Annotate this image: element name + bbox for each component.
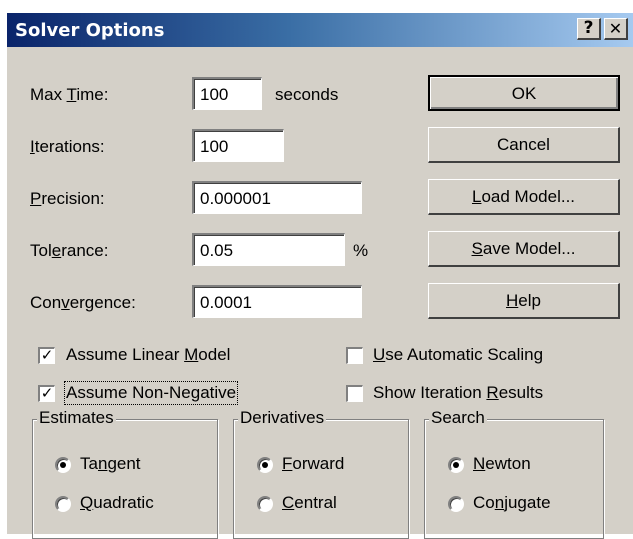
load-model-button[interactable]: Load Model... [428,179,620,215]
save-model-button[interactable]: Save Model... [428,231,620,267]
tolerance-input[interactable]: 0.05 [192,233,345,266]
radio-selected-dot [262,462,268,468]
search-newton-label: Newton [473,454,531,473]
seconds-unit-label: seconds [275,85,339,104]
derivatives-forward-radio[interactable] [257,457,273,473]
iterations-label: Iterations: [30,137,105,156]
derivatives-group: Derivatives Forward Central [233,408,409,539]
estimates-group-title: Estimates [37,408,116,428]
use-automatic-scaling-checkbox[interactable] [346,347,363,364]
estimates-quadratic-radio[interactable] [55,496,71,512]
assume-linear-model-label: Assume Linear Model [66,345,231,364]
percent-unit-label: % [353,241,369,260]
radio-selected-dot [60,462,66,468]
convergence-input[interactable]: 0.0001 [192,285,362,318]
title-bar: Solver Options ? ✕ [7,13,633,47]
assume-linear-model-checkbox[interactable]: ✓ [38,347,55,364]
search-group: Search Newton Conjugate [424,408,604,539]
derivatives-group-title: Derivatives [238,408,327,428]
show-iteration-results-label: Show Iteration Results [373,383,544,402]
max-time-input[interactable]: 100 [192,77,262,110]
derivatives-central-label: Central [282,493,337,512]
estimates-quadratic-label: Quadratic [80,493,154,512]
help-button[interactable]: Help [428,283,620,319]
tolerance-label: Tolerance: [30,241,109,260]
estimates-tangent-radio[interactable] [55,457,71,473]
precision-input[interactable]: 0.000001 [192,181,362,214]
assume-non-negative-label: Assume Non-Negative [63,381,239,405]
help-title-button[interactable]: ? [577,18,601,40]
use-automatic-scaling-label: Use Automatic Scaling [373,345,544,364]
search-group-title: Search [429,408,487,428]
search-newton-radio[interactable] [448,457,464,473]
solver-options-dialog: Solver Options ? ✕ Max Time: 100 seconds… [6,12,633,539]
cancel-button[interactable]: Cancel [428,127,620,163]
derivatives-forward-label: Forward [282,454,345,473]
search-conjugate-radio[interactable] [448,496,464,512]
dialog-title: Solver Options [15,20,165,41]
search-conjugate-label: Conjugate [473,493,551,512]
convergence-label: Convergence: [30,293,136,312]
derivatives-central-radio[interactable] [257,496,273,512]
iterations-input[interactable]: 100 [192,129,284,162]
precision-label: Precision: [30,189,105,208]
estimates-tangent-label: Tangent [80,454,141,473]
ok-button[interactable]: OK [428,75,620,111]
estimates-group: Estimates Tangent Quadratic [32,408,218,539]
radio-selected-dot [453,462,459,468]
max-time-label: Max Time: [30,85,109,104]
assume-non-negative-checkbox[interactable]: ✓ [38,385,55,402]
close-button[interactable]: ✕ [604,18,628,40]
show-iteration-results-checkbox[interactable] [346,385,363,402]
